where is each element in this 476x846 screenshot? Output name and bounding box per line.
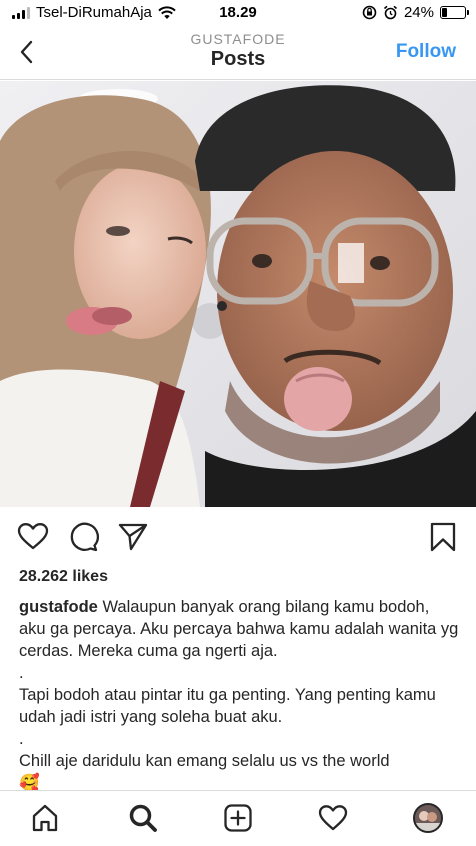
avatar[interactable] [413,803,443,833]
caption-username[interactable]: gustafode [19,598,98,616]
post-photo[interactable] [0,81,476,507]
battery-percent: 24% [403,4,434,21]
heart-icon[interactable] [17,521,49,553]
status-right: 24% [362,4,469,21]
home-icon[interactable] [30,803,60,833]
post-header: GUSTAFODE Posts Follow [0,28,476,80]
follow-button[interactable]: Follow [396,41,456,63]
caption-line: Chill aje daridulu kan emang selalu us v… [19,752,390,770]
alarm-icon [383,5,397,20]
battery-level [442,8,448,17]
search-icon[interactable] [128,803,158,833]
caption-line: Tapi bodoh atau pintar itu ga penting. Y… [19,686,436,726]
caption-line: . [19,730,24,748]
bottom-tab-bar [0,790,476,846]
status-bar: Tsel-DiRumahAja 18.29 24% [0,0,476,28]
post-actions [0,515,476,559]
comment-icon[interactable] [67,521,99,553]
caption-line: . [19,664,24,682]
post-caption: gustafode Walaupun banyak orang bilang k… [19,596,459,794]
likes-count[interactable]: 28.262 likes [19,568,108,586]
send-icon[interactable] [117,521,149,553]
activity-heart-icon[interactable] [318,803,348,833]
caption-line: gustafode Walaupun banyak orang bilang k… [19,596,459,662]
bookmark-icon[interactable] [427,521,459,553]
orientation-lock-icon [362,5,377,20]
battery-icon [440,6,469,19]
plus-square-icon[interactable] [223,803,253,833]
profile-picture [415,805,441,831]
